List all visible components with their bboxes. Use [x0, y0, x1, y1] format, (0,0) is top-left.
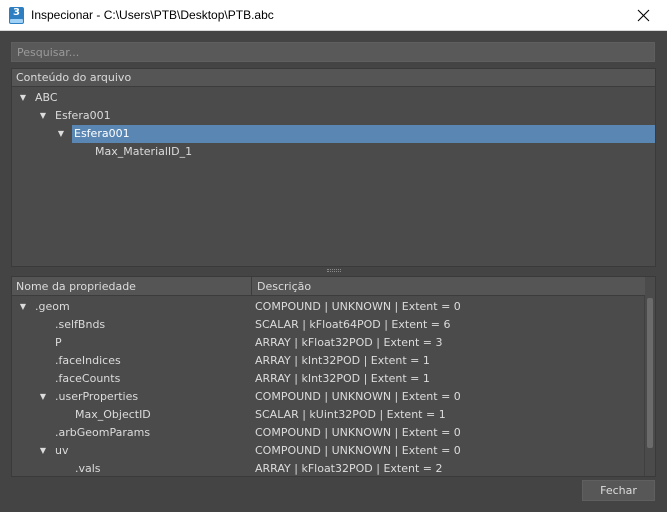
panel-splitter[interactable] [11, 267, 656, 275]
table-row[interactable]: .faceIndices ARRAY | kInt32POD | Extent =… [12, 352, 645, 370]
property-name: .userProperties [55, 390, 139, 403]
property-description: SCALAR | kFloat64POD | Extent = 6 [255, 318, 451, 331]
property-description: COMPOUND | UNKNOWN | Extent = 0 [255, 426, 461, 439]
property-name: .faceIndices [55, 354, 121, 367]
property-name: .selfBnds [55, 318, 106, 331]
properties-table[interactable]: Nome da propriedade Descrição ▼ .geom COMP… [11, 276, 656, 477]
expand-toggle-icon[interactable]: ▼ [38, 107, 48, 125]
expand-toggle-icon[interactable]: ▼ [56, 125, 66, 143]
tree-node-label: ABC [35, 91, 58, 104]
close-button[interactable]: Fechar [582, 480, 655, 501]
property-name: .vals [75, 462, 101, 475]
table-row[interactable]: P ARRAY | kFloat32POD | Extent = 3 [12, 334, 645, 352]
window-close-button[interactable] [621, 0, 667, 31]
property-name: Max_ObjectID [75, 408, 151, 421]
property-description: ARRAY | kInt32POD | Extent = 1 [255, 354, 430, 367]
tree-header: Conteúdo do arquivo [12, 69, 655, 87]
property-name: .faceCounts [55, 372, 121, 385]
table-row[interactable]: ▼ .geom COMPOUND | UNKNOWN | Extent = 0 [12, 298, 645, 316]
tree-node-label: Max_MaterialID_1 [95, 145, 193, 158]
property-name: .geom [35, 300, 70, 313]
tree-node[interactable]: Max_MaterialID_1 [12, 143, 655, 161]
splitter-grip-icon [327, 269, 341, 272]
property-name: uv [55, 444, 69, 457]
tree-node[interactable]: ▼ Esfera001 [58, 125, 655, 143]
app-icon: 3 [9, 7, 24, 24]
property-description: ARRAY | kFloat32POD | Extent = 3 [255, 336, 443, 349]
property-description: COMPOUND | UNKNOWN | Extent = 0 [255, 390, 461, 403]
table-row[interactable]: ▼ .userProperties COMPOUND | UNKNOWN | Ext… [12, 388, 645, 406]
file-content-tree[interactable]: Conteúdo do arquivo ▼ ABC ▼ Esfera001 ▼ Esfer… [11, 68, 656, 267]
expand-toggle-icon[interactable]: ▼ [38, 442, 48, 460]
tree-node-label: Esfera001 [55, 109, 111, 122]
table-row[interactable]: .arbGeomParams COMPOUND | UNKNOWN | Exten… [12, 424, 645, 442]
app-icon-text: 3 [13, 7, 20, 18]
window-title: Inspecionar - C:\Users\PTB\Desktop\PTB.a… [31, 8, 274, 22]
tree-node[interactable]: ▼ ABC [12, 89, 655, 107]
properties-header: Nome da propriedade Descrição [12, 277, 645, 296]
table-row[interactable]: .selfBnds SCALAR | kFloat64POD | Extent =… [12, 316, 645, 334]
property-name: P [55, 336, 62, 349]
column-header-property-name[interactable]: Nome da propriedade [12, 277, 252, 296]
property-description: COMPOUND | UNKNOWN | Extent = 0 [255, 444, 461, 457]
table-row[interactable]: .faceCounts ARRAY | kInt32POD | Extent = … [12, 370, 645, 388]
tree-node[interactable]: ▼ Esfera001 [12, 107, 655, 125]
column-header-description[interactable]: Descrição [253, 277, 645, 296]
tree-node-label: Esfera001 [72, 125, 132, 143]
vertical-scrollbar[interactable] [644, 296, 655, 476]
scrollbar-thumb[interactable] [647, 298, 653, 448]
expand-toggle-icon[interactable]: ▼ [38, 388, 48, 406]
expand-toggle-icon[interactable]: ▼ [18, 298, 28, 316]
property-description: COMPOUND | UNKNOWN | Extent = 0 [255, 300, 461, 313]
title-bar: 3 Inspecionar - C:\Users\PTB\Desktop\PTB… [0, 0, 667, 31]
search-input[interactable] [11, 42, 655, 62]
table-row[interactable]: ▼ uv COMPOUND | UNKNOWN | Extent = 0 [12, 442, 645, 460]
property-description: ARRAY | kInt32POD | Extent = 1 [255, 372, 430, 385]
table-row[interactable]: Max_ObjectID SCALAR | kUint32POD | Extent… [12, 406, 645, 424]
property-name: .arbGeomParams [55, 426, 151, 439]
expand-toggle-icon[interactable]: ▼ [18, 89, 28, 107]
property-description: SCALAR | kUint32POD | Extent = 1 [255, 408, 446, 421]
property-description: ARRAY | kFloat32POD | Extent = 2 [255, 462, 443, 475]
table-row[interactable]: .vals ARRAY | kFloat32POD | Extent = 2 [12, 460, 645, 476]
close-icon [637, 9, 650, 22]
